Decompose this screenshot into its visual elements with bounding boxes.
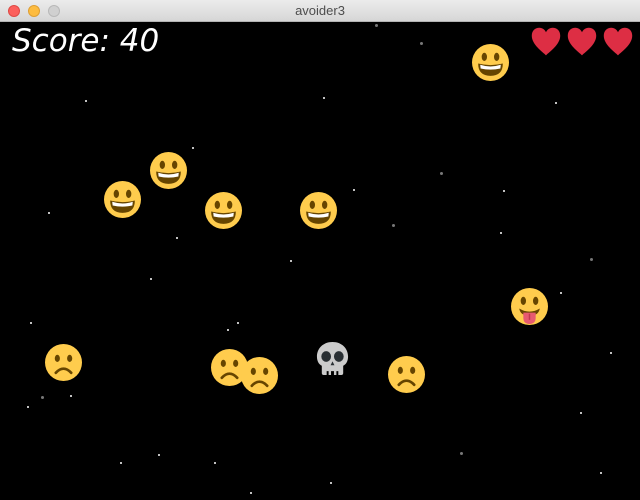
face-with-tongue-icon (511, 288, 548, 325)
star (85, 100, 87, 102)
star (460, 452, 463, 455)
star (30, 322, 32, 324)
lives-display (529, 26, 637, 60)
star (375, 24, 378, 27)
star (392, 224, 395, 227)
star (330, 482, 332, 484)
star (610, 352, 612, 354)
star (237, 322, 239, 324)
star (590, 258, 593, 261)
star (290, 260, 292, 262)
star (560, 292, 562, 294)
score-display: Score: 40 (12, 23, 160, 59)
grinning-face-icon (205, 192, 242, 229)
star (120, 462, 122, 464)
star (503, 190, 505, 192)
star (176, 237, 178, 239)
star (440, 172, 443, 175)
star (150, 278, 152, 280)
frowning-face-icon (241, 357, 278, 394)
star (48, 212, 50, 214)
star (41, 396, 44, 399)
grinning-face-icon (300, 192, 337, 229)
frowning-face-icon (45, 344, 82, 381)
star (192, 147, 194, 149)
heart-icon (567, 27, 597, 56)
heart-icon (603, 27, 633, 56)
star (600, 472, 602, 474)
star (214, 462, 216, 464)
heart-icon (531, 27, 561, 56)
star (27, 406, 29, 408)
star (353, 189, 355, 191)
star (227, 329, 229, 331)
star (420, 42, 423, 45)
grinning-face-icon (150, 152, 187, 189)
window-title: avoider3 (295, 3, 345, 18)
frowning-face-icon (388, 356, 425, 393)
game-window: avoider3 Score: 40 (0, 0, 640, 500)
grinning-face-icon (104, 181, 141, 218)
star (580, 412, 582, 414)
title-bar: avoider3 (0, 0, 640, 22)
star (250, 492, 252, 494)
star (500, 232, 502, 234)
star (70, 395, 72, 397)
skull-player-icon (316, 341, 349, 375)
game-canvas[interactable]: Score: 40 (0, 22, 640, 500)
star (555, 102, 557, 104)
grinning-face-icon (472, 44, 509, 81)
star (323, 97, 325, 99)
star (158, 454, 160, 456)
